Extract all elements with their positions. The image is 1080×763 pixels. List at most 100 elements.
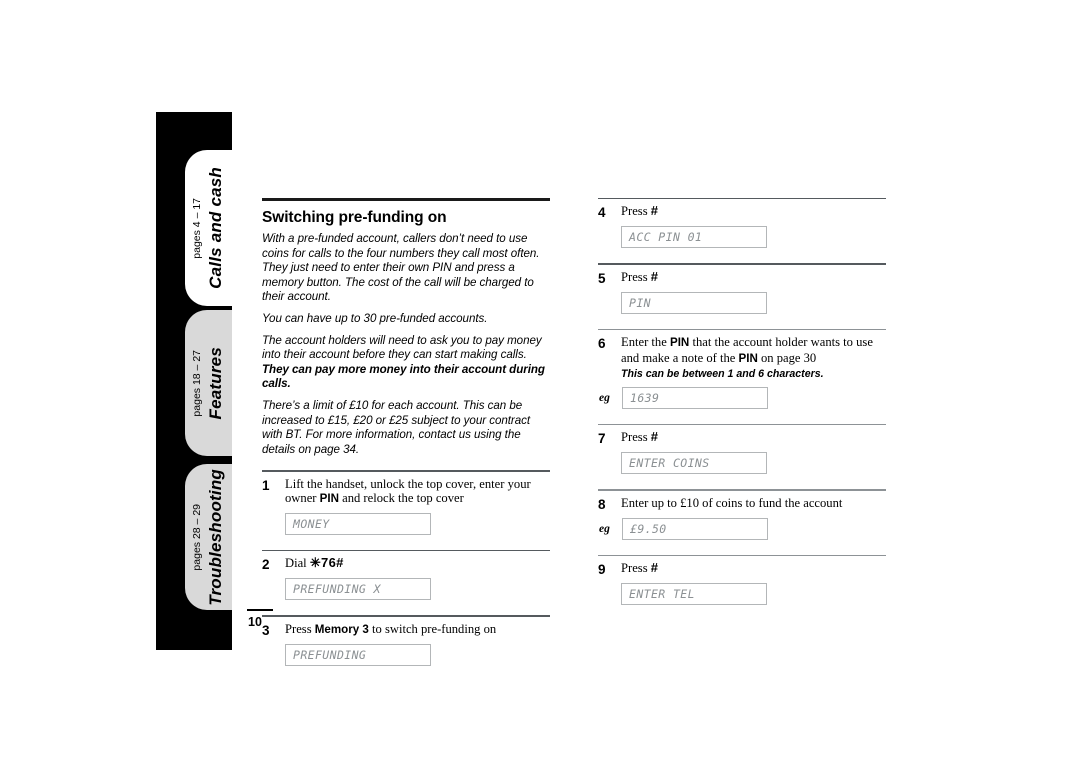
sidebar-tab-features[interactable]: Features pages 18 – 27	[185, 310, 232, 456]
dial-code-symbols: ✳︎76#	[309, 555, 344, 571]
lcd-display: MONEY	[285, 512, 431, 535]
lcd-display: PREFUNDING X	[285, 578, 431, 601]
step-number: 4	[598, 205, 606, 221]
hash-key-symbol: #	[650, 429, 659, 445]
hash-key-symbol: #	[650, 560, 659, 576]
sidebar-tab-pages: pages 18 – 27	[191, 349, 203, 417]
step-item: 4 Press # ACC PIN 01	[598, 198, 886, 249]
step-divider-rule	[598, 198, 886, 200]
lcd-display-row: ENTER COINS	[598, 452, 886, 475]
step-text: Lift the handset, unlock the top cover, …	[285, 477, 550, 507]
step-divider-rule	[598, 489, 886, 491]
lcd-display-row: ACC PIN 01	[598, 226, 886, 249]
sidebar-tab-pages: pages 28 – 29	[191, 503, 203, 571]
step-text-part: Press	[621, 430, 651, 445]
lcd-display: £9.50	[622, 517, 768, 540]
lcd-display-row: ENTER TEL	[598, 583, 886, 606]
step-item: 7 Press # ENTER COINS	[598, 418, 886, 475]
step-text-part: and relock the top cover	[338, 491, 464, 506]
step-text: Enter up to £10 of coins to fund the acc…	[621, 495, 843, 510]
step-divider-rule	[262, 615, 550, 617]
sidebar-tab-pages: pages 4 – 17	[191, 197, 203, 259]
lcd-display-text: 1639	[630, 390, 660, 405]
step-number: 5	[598, 270, 606, 286]
intro-paragraph-2: You can have up to 30 pre-funded account…	[262, 311, 488, 325]
lcd-display: 1639	[622, 386, 768, 409]
lcd-display-row: PIN	[598, 291, 886, 314]
step-text-emphasis: PIN	[738, 351, 758, 365]
step-number: 7	[598, 431, 606, 447]
step-divider-rule	[598, 263, 886, 265]
left-column: Switching pre-funding on With a pre-fund…	[262, 198, 550, 675]
lcd-display-text: ENTER COINS	[629, 456, 710, 471]
step-divider-rule	[598, 423, 886, 426]
step-number: 2	[262, 557, 270, 573]
step-text: Press #	[621, 561, 886, 576]
lcd-display: ACC PIN 01	[621, 226, 767, 249]
sidebar-tab-troubleshooting[interactable]: Troubleshooting pages 28 – 29	[185, 464, 232, 610]
side-tab-rail: Calls and cash pages 4 – 17 Features pag…	[156, 112, 232, 650]
lcd-display: PREFUNDING	[285, 643, 431, 666]
step-item: 6 Enter the PIN that the account holder …	[598, 323, 886, 409]
step-number: 8	[598, 496, 606, 512]
intro-plain-text: The account holders will need to ask you…	[262, 333, 542, 362]
step-divider-rule	[262, 549, 550, 552]
sidebar-tab-calls-and-cash[interactable]: Calls and cash pages 4 – 17	[185, 150, 232, 306]
step-text-part: to switch pre-funding on	[368, 621, 497, 636]
sidebar-tab-label: Features	[206, 346, 225, 420]
lcd-example-label: eg	[599, 522, 610, 535]
step-text: Press #	[621, 429, 886, 445]
sidebar-tab-label: Troubleshooting	[206, 468, 225, 606]
step-number: 1	[262, 477, 270, 493]
step-text: Press #	[621, 268, 886, 285]
step-item: 8 Enter up to £10 of coins to fund the a…	[598, 483, 886, 540]
step-item: 5 Press # PIN	[598, 257, 886, 314]
step-text-part: Press	[621, 204, 651, 219]
intro-paragraph-4: There’s a limit of £10 for each account.…	[262, 398, 531, 456]
step-number: 9	[598, 562, 606, 578]
lcd-display-row: PREFUNDING	[262, 643, 550, 666]
step-note: This can be between 1 and 6 characters.	[621, 367, 824, 380]
step-text-part: on page 30	[757, 350, 817, 365]
section-top-rule	[262, 198, 550, 201]
step-number: 3	[262, 622, 270, 638]
page-title: Switching pre-funding on	[262, 209, 447, 226]
lcd-display-text: ACC PIN 01	[629, 230, 703, 245]
intro-paragraph-1: With a pre-funded account, callers don’t…	[262, 232, 540, 304]
lcd-display-text: PREFUNDING X	[293, 582, 381, 597]
step-text-part: Press	[285, 621, 315, 636]
sidebar-tab-label: Calls and cash	[206, 167, 225, 289]
step-divider-rule	[262, 470, 550, 472]
hash-key-symbol: #	[650, 203, 659, 219]
lcd-display-text: ENTER TEL	[629, 587, 695, 602]
lcd-display-row: eg 1639	[598, 386, 886, 409]
step-divider-rule	[598, 328, 886, 331]
lcd-example-label: eg	[599, 391, 610, 404]
step-text-emphasis: PIN	[319, 492, 339, 506]
lcd-display-row: MONEY	[262, 512, 550, 535]
step-number: 6	[598, 336, 606, 352]
step-item: 3 Press Memory 3 to switch pre-funding o…	[262, 609, 550, 666]
lcd-display: PIN	[621, 291, 767, 314]
step-item: 9 Press # ENTER TEL	[598, 549, 886, 606]
step-item: 2 Dial ✳︎76# PREFUNDING X	[262, 544, 550, 601]
lcd-display-row: PREFUNDING X	[262, 578, 550, 601]
lcd-display: ENTER TEL	[621, 583, 767, 606]
step-text: Press Memory 3 to switch pre-funding on	[285, 622, 550, 638]
step-text: Press #	[621, 204, 886, 219]
step-text-part: Press	[621, 561, 651, 576]
step-item: 1 Lift the handset, unlock the top cover…	[262, 464, 550, 535]
intro-bold-text: They can pay more money into their accou…	[262, 362, 545, 391]
hash-key-symbol: #	[650, 268, 659, 284]
step-text-emphasis: Memory 3	[314, 622, 369, 636]
lcd-display-text: PIN	[629, 295, 651, 310]
intro-paragraph-3: The account holders will need to ask you…	[262, 334, 550, 392]
step-text-emphasis: PIN	[669, 336, 690, 350]
step-text-part: Press	[621, 269, 651, 284]
step-text-part: Dial	[285, 556, 310, 571]
lcd-display: ENTER COINS	[621, 452, 767, 475]
step-text-part: Enter the	[621, 335, 670, 350]
step-divider-rule	[598, 554, 886, 557]
lcd-display-row: eg £9.50	[598, 517, 886, 540]
lcd-display-text: £9.50	[630, 521, 667, 536]
